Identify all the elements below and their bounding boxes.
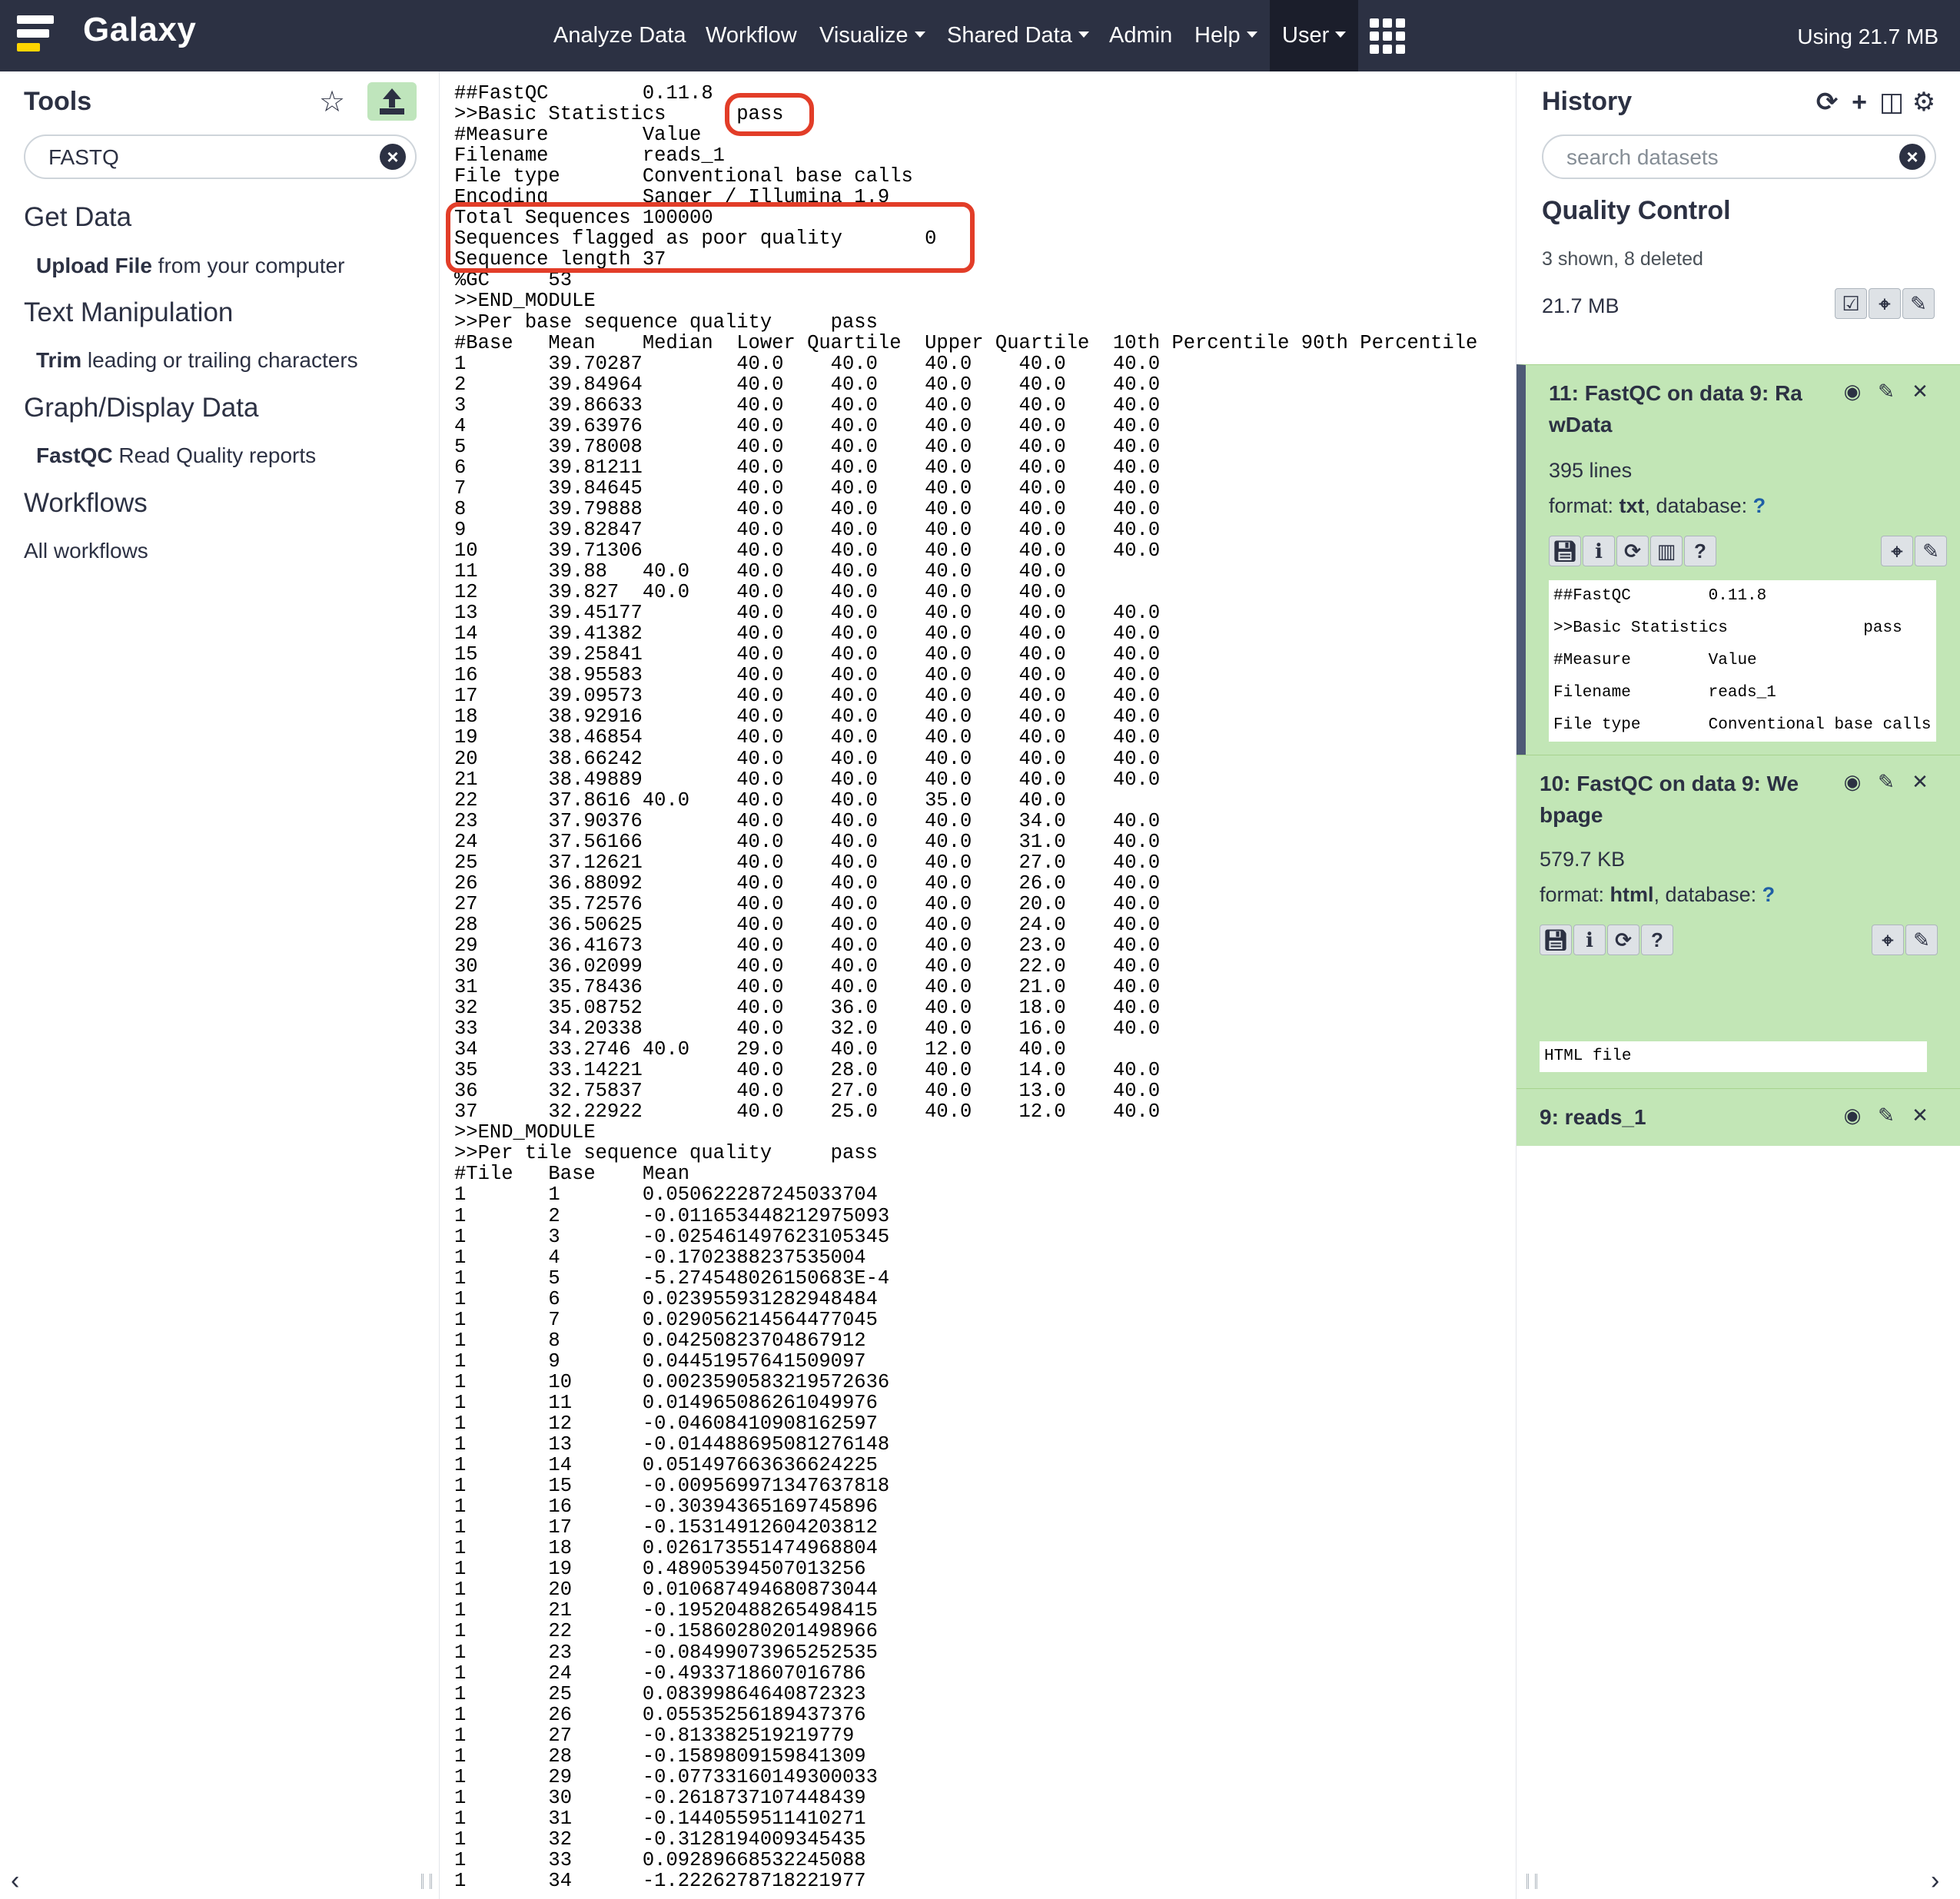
chevron-down-icon <box>1246 32 1257 38</box>
dataset-title[interactable]: 11: FastQC on data 9: Ra wData <box>1549 377 1802 440</box>
delete-x-icon[interactable]: ✕ <box>1904 377 1936 405</box>
dataset-actions: ◉ ✎ ✕ <box>1836 768 1936 795</box>
dataset-title[interactable]: 10: FastQC on data 9: We bpage <box>1540 768 1799 831</box>
visualize-chart-icon[interactable]: ▥ <box>1650 536 1683 566</box>
quota-meter[interactable]: Using 21.7 MB <box>1797 0 1938 71</box>
nav-shared-data[interactable]: Shared Data <box>947 0 1089 71</box>
dataset-primary-actions: 💾︎ ℹ ⟳ ? <box>1540 925 1675 955</box>
history-panel: History ⟳ + ◫ ⚙ × Quality Control 3 show… <box>1516 71 1960 1899</box>
save-icon[interactable]: 💾︎ <box>1540 925 1572 955</box>
annotation-icon[interactable]: ✎ <box>1905 925 1938 955</box>
dataset-display: ##FastQC 0.11.8 >>Basic Statistics pass … <box>440 71 1515 1899</box>
dataset-size: 579.7 KB <box>1540 848 1626 871</box>
dataset-line-count: 395 lines <box>1549 459 1633 482</box>
info-icon[interactable]: ℹ <box>1583 536 1615 566</box>
plus-icon[interactable]: + <box>1844 87 1875 118</box>
dataset-item-9[interactable]: 9: reads_1 ◉ ✎ ✕ <box>1517 1088 1960 1146</box>
dataset-format: format: html, database: ? <box>1540 883 1776 906</box>
dataset-secondary-actions: ⌖ ✎ <box>1872 925 1939 955</box>
dataset-actions: ◉ ✎ ✕ <box>1836 1101 1936 1129</box>
nav-help[interactable]: Help <box>1194 0 1257 71</box>
section-get-data[interactable]: Get Data <box>24 202 131 233</box>
tags-icon[interactable]: ⌖ <box>1881 536 1913 566</box>
columns-icon[interactable]: ◫ <box>1876 87 1907 118</box>
section-graph-display-data[interactable]: Graph/Display Data <box>24 393 258 423</box>
history-size: 21.7 MB <box>1542 294 1619 317</box>
info-icon[interactable]: ℹ <box>1573 925 1606 955</box>
clear-search-icon[interactable]: × <box>380 144 406 170</box>
tool-upload-file[interactable]: Upload File from your computer <box>36 254 344 278</box>
eye-icon[interactable]: ◉ <box>1836 1101 1869 1129</box>
dataset-peek: ##FastQC 0.11.8 >>Basic Statistics pass … <box>1549 580 1936 742</box>
masthead: Galaxy Analyze Data Workflow Visualize S… <box>0 0 1960 71</box>
select-items-icon[interactable]: ☑ <box>1835 288 1867 319</box>
chevron-down-icon <box>1335 32 1347 38</box>
fastqc-report-text: ##FastQC 0.11.8 >>Basic Statistics pass … <box>454 82 1478 1893</box>
pass-highlight-annotation <box>725 93 814 136</box>
help-question-icon[interactable]: ? <box>1641 925 1673 955</box>
collapse-right-panel-icon[interactable]: › <box>1931 1866 1939 1896</box>
dataset-actions: ◉ ✎ ✕ <box>1836 377 1936 405</box>
dataset-format: format: txt, database: ? <box>1549 494 1766 517</box>
help-question-icon[interactable]: ? <box>1684 536 1716 566</box>
all-workflows-link[interactable]: All workflows <box>24 539 148 563</box>
clear-search-icon[interactable]: × <box>1899 144 1925 170</box>
nav-admin[interactable]: Admin <box>1109 0 1172 71</box>
dataset-item-11[interactable]: 11: FastQC on data 9: Ra wData ◉ ✎ ✕ 395… <box>1517 364 1960 755</box>
tools-title: Tools <box>24 87 92 116</box>
upload-icon <box>383 88 401 99</box>
pencil-icon[interactable]: ✎ <box>1870 377 1902 405</box>
dataset-item-10[interactable]: 10: FastQC on data 9: We bpage ◉ ✎ ✕ 579… <box>1517 755 1960 1088</box>
nav-analyze-data[interactable]: Analyze Data <box>553 0 686 71</box>
section-workflows[interactable]: Workflows <box>24 488 148 519</box>
history-actions: ☑ ⌖ ✎ <box>1835 288 1936 319</box>
pencil-icon[interactable]: ✎ <box>1870 768 1902 795</box>
history-search-box: × <box>1542 134 1936 179</box>
nav-user[interactable]: User <box>1270 0 1359 71</box>
rerun-icon[interactable]: ⟳ <box>1607 925 1639 955</box>
delete-x-icon[interactable]: ✕ <box>1904 1101 1936 1129</box>
sequence-stats-highlight-annotation <box>446 202 975 273</box>
history-name[interactable]: Quality Control <box>1542 196 1731 226</box>
upload-button[interactable] <box>367 82 417 121</box>
chevron-down-icon <box>914 32 925 38</box>
nav-workflow[interactable]: Workflow <box>706 0 797 71</box>
galaxy-logo-icon[interactable] <box>17 12 69 58</box>
eye-icon[interactable]: ◉ <box>1836 768 1869 795</box>
dataset-title[interactable]: 9: reads_1 <box>1540 1101 1646 1133</box>
tool-panel: Tools ☆ × Get Data Upload File from your… <box>0 71 440 1899</box>
dataset-primary-actions: 💾︎ ℹ ⟳ ▥ ? <box>1549 536 1718 566</box>
save-icon[interactable]: 💾︎ <box>1549 536 1581 566</box>
annotation-icon[interactable]: ✎ <box>1915 536 1947 566</box>
left-panel-drag-handle[interactable] <box>421 1874 432 1889</box>
right-panel-drag-handle[interactable] <box>1526 1874 1537 1889</box>
history-counts[interactable]: 3 shown, 8 deleted <box>1542 248 1703 271</box>
dataset-peek: HTML file <box>1540 1041 1927 1072</box>
apps-grid-icon[interactable] <box>1370 18 1405 54</box>
eye-icon[interactable]: ◉ <box>1836 377 1869 405</box>
rerun-icon[interactable]: ⟳ <box>1616 536 1649 566</box>
tool-fastqc[interactable]: FastQC Read Quality reports <box>36 443 316 468</box>
tool-search-box: × <box>24 134 417 179</box>
brand-title[interactable]: Galaxy <box>83 11 196 49</box>
history-search-input[interactable] <box>1566 142 1889 173</box>
nav-visualize[interactable]: Visualize <box>819 0 925 71</box>
tool-trim[interactable]: Trim leading or trailing characters <box>36 348 358 373</box>
chevron-down-icon <box>1078 32 1089 38</box>
favorites-star-icon[interactable]: ☆ <box>315 85 349 119</box>
dataset-secondary-actions: ⌖ ✎ <box>1881 536 1948 566</box>
history-title: History <box>1542 87 1633 116</box>
tags-icon[interactable]: ⌖ <box>1869 288 1901 319</box>
tool-search-input[interactable] <box>48 142 371 173</box>
section-text-manipulation[interactable]: Text Manipulation <box>24 297 233 328</box>
annotation-icon[interactable]: ✎ <box>1902 288 1935 319</box>
delete-x-icon[interactable]: ✕ <box>1904 768 1936 795</box>
collapse-left-panel-icon[interactable]: ‹ <box>11 1866 19 1896</box>
pencil-icon[interactable]: ✎ <box>1870 1101 1902 1129</box>
refresh-icon[interactable]: ⟳ <box>1812 87 1842 118</box>
gear-icon[interactable]: ⚙ <box>1909 87 1939 118</box>
tags-icon[interactable]: ⌖ <box>1872 925 1904 955</box>
